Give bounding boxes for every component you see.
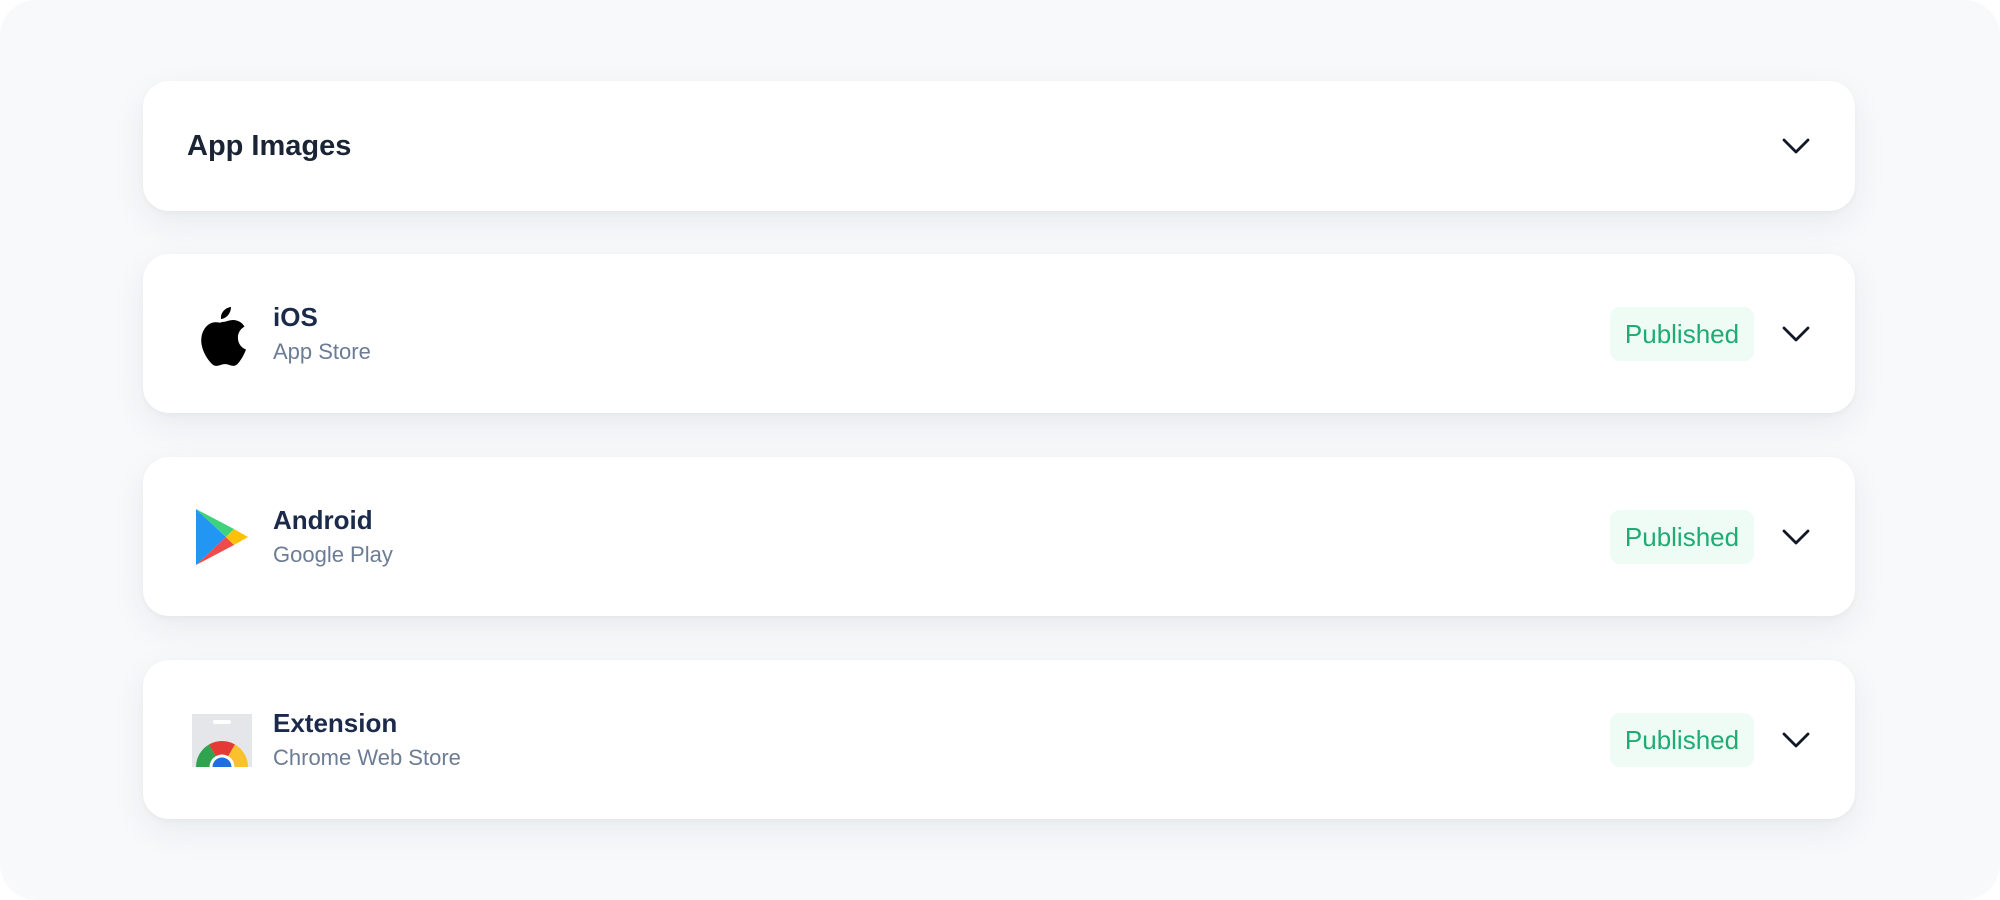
chevron-down-icon[interactable] xyxy=(1781,730,1811,750)
store-name: App Store xyxy=(273,339,371,364)
platform-name: Extension xyxy=(273,708,398,738)
page-background: App Images iOS App Store Published Andro… xyxy=(0,0,2000,900)
status-badge: Published xyxy=(1610,307,1754,361)
platform-name: Android xyxy=(273,505,373,535)
status-badge: Published xyxy=(1610,510,1754,564)
google-play-icon xyxy=(196,509,248,565)
platform-name: iOS xyxy=(273,302,318,332)
store-name: Chrome Web Store xyxy=(273,745,461,770)
chevron-down-icon[interactable] xyxy=(1781,136,1811,156)
chrome-web-store-icon xyxy=(192,714,252,767)
chevron-down-icon[interactable] xyxy=(1781,324,1811,344)
chevron-down-icon[interactable] xyxy=(1781,527,1811,547)
platform-card-extension[interactable]: Extension Chrome Web Store Published xyxy=(143,660,1855,819)
section-title: App Images xyxy=(187,130,352,162)
platform-card-android[interactable]: Android Google Play Published xyxy=(143,457,1855,616)
apple-icon xyxy=(201,307,246,366)
status-badge: Published xyxy=(1610,713,1754,767)
store-name: Google Play xyxy=(273,542,393,567)
platform-card-ios[interactable]: iOS App Store Published xyxy=(143,254,1855,413)
app-images-section-header[interactable]: App Images xyxy=(143,81,1855,211)
